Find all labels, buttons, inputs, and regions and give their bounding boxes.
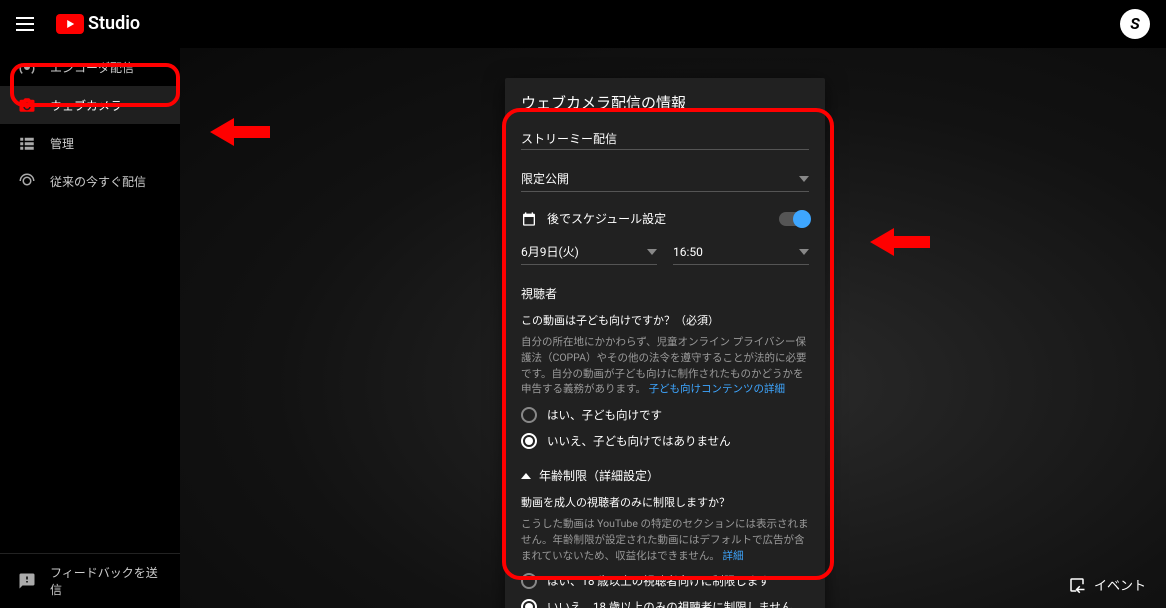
- radio-age-yes[interactable]: はい、18 歳以上の視聴者向けに制限します: [521, 573, 809, 589]
- age-desc-text: こうした動画は YouTube の特定のセクションには表示されません。年齢制限が…: [521, 517, 809, 562]
- radio-label: いいえ、子ども向けではありません: [547, 433, 731, 449]
- youtube-logo-icon: [56, 14, 84, 34]
- brand[interactable]: Studio: [56, 13, 140, 34]
- schedule-toggle[interactable]: [779, 212, 809, 226]
- expander-label: 年齢制限（詳細設定）: [539, 467, 659, 484]
- schedule-label: 後でスケジュール設定: [547, 210, 666, 227]
- events-label: イベント: [1094, 575, 1146, 594]
- radio-label: いいえ、18 歳以上のみの視聴者に制限しません: [547, 599, 792, 608]
- sidebar-item-label: 管理: [50, 135, 74, 152]
- sidebar-item-label: ウェブカメラ: [50, 97, 122, 114]
- calendar-icon: [521, 211, 537, 227]
- visibility-select[interactable]: 限定公開: [521, 164, 809, 192]
- exit-icon: [1068, 576, 1086, 594]
- radio-icon: [521, 573, 537, 589]
- audience-heading: 視聴者: [521, 285, 809, 302]
- sidebar-item-manage[interactable]: 管理: [0, 124, 180, 162]
- sidebar: エンコーダ配信 ウェブカメラ 管理 従来の今すぐ配信 フィードバックを送信: [0, 48, 180, 608]
- feedback-icon: [18, 572, 36, 590]
- hamburger-menu-icon[interactable]: [16, 12, 40, 36]
- age-restriction-expander[interactable]: 年齢制限（詳細設定）: [521, 467, 809, 484]
- schedule-toggle-row: 後でスケジュール設定: [521, 210, 809, 227]
- radio-kids-yes[interactable]: はい、子ども向けです: [521, 407, 809, 423]
- brand-text: Studio: [88, 13, 140, 34]
- sidebar-item-encoder[interactable]: エンコーダ配信: [0, 48, 180, 86]
- radio-age-no[interactable]: いいえ、18 歳以上のみの視聴者に制限しません: [521, 599, 809, 608]
- audience-question: この動画は子ども向けですか？（必須）: [521, 312, 809, 328]
- events-button[interactable]: イベント: [1068, 575, 1146, 594]
- radio-label: はい、子ども向けです: [547, 407, 662, 423]
- chevron-down-icon: [799, 176, 809, 182]
- schedule-time-value: 16:50: [673, 245, 703, 259]
- radio-icon: [521, 407, 537, 423]
- radio-kids-no[interactable]: いいえ、子ども向けではありません: [521, 433, 809, 449]
- chevron-up-icon: [521, 473, 531, 479]
- audience-description: 自分の所在地にかかわらず、児童オンライン プライバシー保護法（COPPA）やその…: [521, 334, 809, 397]
- broadcast-icon: [18, 58, 36, 76]
- schedule-date-select[interactable]: 6月9日(火): [521, 237, 657, 265]
- radio-icon: [521, 599, 537, 608]
- schedule-toggle-left: 後でスケジュール設定: [521, 210, 666, 227]
- live-icon: [18, 172, 36, 190]
- audience-learn-more-link[interactable]: 子ども向けコンテンツの詳細: [649, 382, 786, 395]
- avatar[interactable]: S: [1120, 9, 1150, 39]
- radio-label: はい、18 歳以上の視聴者向けに制限します: [547, 573, 770, 589]
- header-left: Studio: [16, 12, 140, 36]
- chevron-down-icon: [799, 249, 809, 255]
- sidebar-item-webcam[interactable]: ウェブカメラ: [0, 86, 180, 124]
- feedback-button[interactable]: フィードバックを送信: [0, 553, 180, 608]
- app-header: Studio S: [0, 0, 1166, 48]
- age-learn-more-link[interactable]: 詳細: [722, 549, 743, 562]
- webcam-stream-info-dialog: ウェブカメラ配信の情報 限定公開 後でスケジュール設定 6月9日(火) 16:5…: [505, 78, 825, 608]
- schedule-time-select[interactable]: 16:50: [673, 237, 809, 265]
- dialog-body: 限定公開 後でスケジュール設定 6月9日(火) 16:50 視聴者 この動画は子…: [505, 125, 825, 608]
- age-description: こうした動画は YouTube の特定のセクションには表示されません。年齢制限が…: [521, 516, 809, 563]
- radio-icon: [521, 433, 537, 449]
- stream-title-input[interactable]: [521, 125, 809, 150]
- sidebar-item-classic-live[interactable]: 従来の今すぐ配信: [0, 162, 180, 200]
- dialog-title: ウェブカメラ配信の情報: [505, 78, 825, 125]
- age-question: 動画を成人の視聴者のみに制限しますか？: [521, 494, 809, 510]
- feedback-label: フィードバックを送信: [50, 564, 162, 598]
- list-icon: [18, 134, 36, 152]
- visibility-value: 限定公開: [521, 170, 569, 187]
- schedule-date-value: 6月9日(火): [521, 243, 579, 260]
- sidebar-item-label: 従来の今すぐ配信: [50, 173, 146, 190]
- sidebar-item-label: エンコーダ配信: [50, 59, 134, 76]
- camera-icon: [18, 96, 36, 114]
- chevron-down-icon: [647, 249, 657, 255]
